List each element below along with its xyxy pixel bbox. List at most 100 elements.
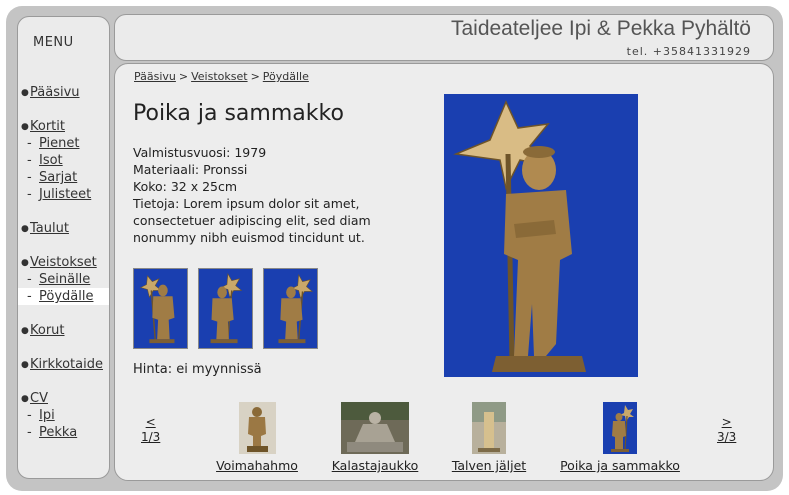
thumbnail-image-2[interactable] <box>198 268 253 349</box>
sidebar-group: ● Kirkkotaide <box>18 356 109 373</box>
breadcrumb-link-home[interactable]: Pääsivu <box>134 70 176 83</box>
strip-item-talven-jaljet[interactable]: Talven jäljet <box>445 402 533 473</box>
sidebar-item-sarjat[interactable]: - Sarjat <box>18 169 109 186</box>
sidebar-link[interactable]: Kortit <box>30 119 65 134</box>
phone-number: tel. +35841331929 <box>626 45 751 58</box>
sidebar-item-taulut[interactable]: ● Taulut <box>18 220 109 237</box>
strip-thumbnail <box>603 402 637 454</box>
sidebar-nav: ● Pääsivu ● Kortit - Pienet - Isot - Sarjat - Julis… <box>18 84 109 458</box>
strip-item-kalastajaukko[interactable]: Kalastajaukko <box>325 402 425 473</box>
dash-marker: - <box>27 153 32 168</box>
dash-marker: - <box>27 136 32 151</box>
sidebar-link[interactable]: Taulut <box>30 221 69 236</box>
artwork-year: Valmistusvuosi: 1979 <box>133 145 267 160</box>
dash-marker: - <box>27 170 32 185</box>
breadcrumb-separator: > <box>178 70 189 83</box>
next-page-number: 3/3 <box>717 430 737 444</box>
dash-marker: - <box>27 408 32 423</box>
sidebar-link[interactable]: Julisteet <box>39 187 91 202</box>
strip-thumbnail <box>341 402 409 454</box>
artwork-details: Valmistusvuosi: 1979 Materiaali: Pronssi… <box>133 144 423 246</box>
sidebar-group: ● Korut <box>18 322 109 339</box>
sculpture-thumbnail <box>472 402 506 454</box>
sidebar-link[interactable]: Isot <box>39 153 63 168</box>
sidebar-group: ● Veistokset - Seinälle - Pöydälle <box>18 254 109 305</box>
thumbnail-gallery <box>133 268 318 349</box>
bullet-icon: ● <box>21 393 29 404</box>
artwork-price: Hinta: ei myynnissä <box>133 362 262 377</box>
sidebar-item-seinalle[interactable]: - Seinälle <box>18 271 109 288</box>
strip-label: Kalastajaukko <box>331 458 419 473</box>
sidebar-item-veistokset[interactable]: ● Veistokset <box>18 254 109 271</box>
bullet-icon: ● <box>21 359 29 370</box>
strip-label: Poika ja sammakko <box>560 458 680 473</box>
dash-marker: - <box>27 425 32 440</box>
site-title: Taideateljee Ipi & Pekka Pyhältö <box>450 17 751 40</box>
dash-marker: - <box>27 272 32 287</box>
sidebar: MENU ● Pääsivu ● Kortit - Pienet - Isot - Sarjat -… <box>17 16 110 479</box>
sidebar-group: ● Pääsivu <box>18 84 109 101</box>
strip-label: Voimahahmo <box>216 458 298 473</box>
site-header: Taideateljee Ipi & Pekka Pyhältö tel. +3… <box>114 14 774 61</box>
sidebar-item-ipi[interactable]: - Ipi <box>18 407 109 424</box>
sculpture-photo <box>444 94 638 377</box>
sculpture-thumbnail <box>603 402 637 454</box>
strip-item-poika-ja-sammakko[interactable]: Poika ja sammakko <box>555 402 685 473</box>
sidebar-item-pekka[interactable]: - Pekka <box>18 424 109 441</box>
sidebar-link[interactable]: Pekka <box>39 425 77 440</box>
dash-marker: - <box>27 187 32 202</box>
sidebar-link[interactable]: Korut <box>30 323 65 338</box>
sidebar-link[interactable]: Pöydälle <box>39 289 93 304</box>
sculpture-thumbnail <box>341 402 409 454</box>
sidebar-link[interactable]: Ipi <box>39 408 55 423</box>
breadcrumb: Pääsivu > Veistokset > Pöydälle <box>134 70 309 83</box>
bullet-icon: ● <box>21 257 29 268</box>
sidebar-link[interactable]: Pienet <box>39 136 80 151</box>
sidebar-item-cv[interactable]: ● CV <box>18 390 109 407</box>
sculpture-thumbnail <box>278 273 313 344</box>
bullet-icon: ● <box>21 223 29 234</box>
artwork-size: Koko: 32 x 25cm <box>133 179 238 194</box>
sidebar-item-kortit[interactable]: ● Kortit <box>18 118 109 135</box>
sidebar-link[interactable]: CV <box>30 391 48 406</box>
artwork-title: Poika ja sammakko <box>133 101 344 126</box>
sidebar-item-pienet[interactable]: - Pienet <box>18 135 109 152</box>
menu-title: MENU <box>33 35 74 50</box>
sculpture-thumbnail <box>139 275 175 344</box>
sidebar-item-kirkkotaide[interactable]: ● Kirkkotaide <box>18 356 109 373</box>
breadcrumb-link-table[interactable]: Pöydälle <box>263 70 309 83</box>
main-content: Pääsivu > Veistokset > Pöydälle Poika ja sam… <box>114 63 774 481</box>
artwork-strip: Voimahahmo Kalastajaukko Talven jäljet P… <box>115 402 773 480</box>
breadcrumb-link-sculptures[interactable]: Veistokset <box>191 70 247 83</box>
sidebar-item-korut[interactable]: ● Korut <box>18 322 109 339</box>
sidebar-item-isot[interactable]: - Isot <box>18 152 109 169</box>
sidebar-link[interactable]: Veistokset <box>30 255 97 270</box>
artwork-info: Tietoja: Lorem ipsum dolor sit amet, con… <box>133 196 371 245</box>
bullet-icon: ● <box>21 121 29 132</box>
bullet-icon: ● <box>21 87 29 98</box>
next-arrow: > <box>721 415 732 429</box>
thumbnail-image-3[interactable] <box>263 268 318 349</box>
sidebar-item-paasivu[interactable]: ● Pääsivu <box>18 84 109 101</box>
strip-thumbnail <box>472 402 506 454</box>
artwork-material: Materiaali: Pronssi <box>133 162 248 177</box>
breadcrumb-separator: > <box>250 70 260 83</box>
sidebar-item-julisteet[interactable]: - Julisteet <box>18 186 109 203</box>
strip-thumbnail <box>238 402 276 454</box>
sculpture-thumbnail <box>210 272 243 344</box>
sidebar-link[interactable]: Kirkkotaide <box>30 357 103 372</box>
sidebar-link[interactable]: Seinälle <box>39 272 90 287</box>
sidebar-group: ● Taulut <box>18 220 109 237</box>
next-page-link[interactable]: > 3/3 <box>717 415 736 445</box>
sidebar-item-poydalle[interactable]: - Pöydälle <box>18 288 109 305</box>
strip-label: Talven jäljet <box>451 458 527 473</box>
artwork-main-image <box>444 94 638 377</box>
sidebar-link[interactable]: Pääsivu <box>30 85 80 100</box>
dash-marker: - <box>27 289 32 304</box>
sidebar-group: ● Kortit - Pienet - Isot - Sarjat - Julisteet <box>18 118 109 203</box>
sidebar-link[interactable]: Sarjat <box>39 170 77 185</box>
sculpture-thumbnail <box>238 402 276 454</box>
thumbnail-image-1[interactable] <box>133 268 188 349</box>
sidebar-group: ● CV - Ipi - Pekka <box>18 390 109 441</box>
strip-item-voimahahmo[interactable]: Voimahahmo <box>212 402 302 473</box>
